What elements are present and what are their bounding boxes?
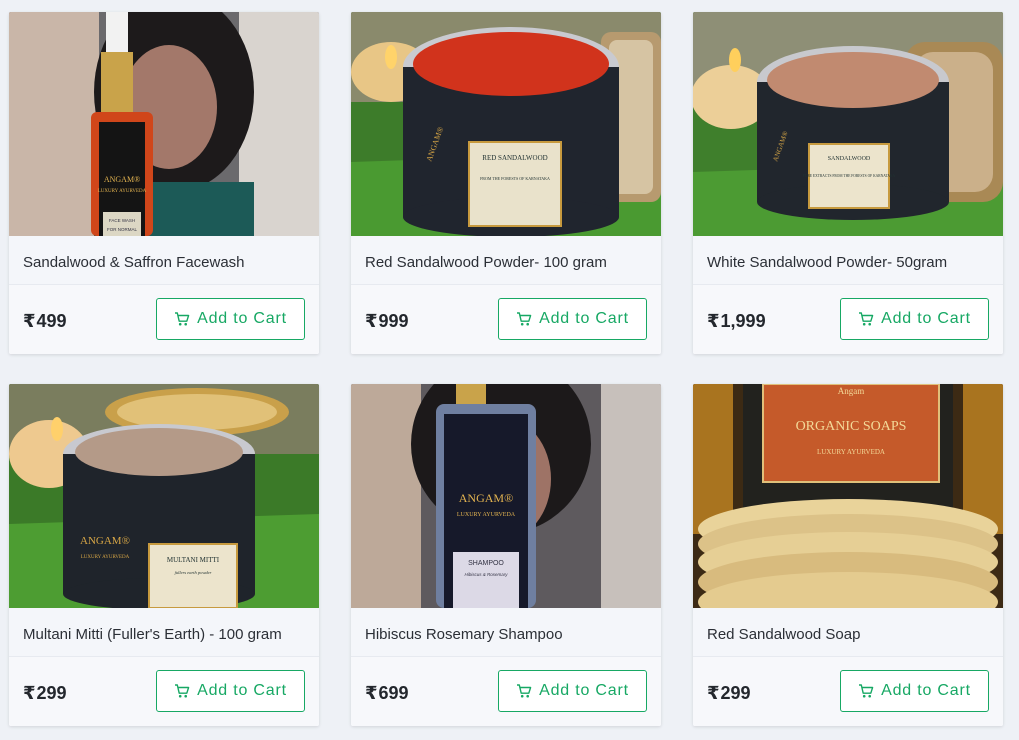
label-product-text: FACE WASH (109, 218, 135, 223)
product-grid: ANGAM® LUXURY AYURVEDA FACE WASH FOR NOR… (0, 0, 1019, 740)
price-value: 299 (36, 683, 67, 703)
label-line-text: LUXURY AYURVEDA (457, 512, 516, 518)
label-brand-text: Angam (838, 386, 865, 396)
product-footer: ₹699 Add to Cart (351, 656, 661, 726)
label-sub-text: PURE EXTRACTS FROM THE FORESTS OF KARNAT… (803, 174, 896, 178)
cart-icon (174, 683, 190, 699)
product-image[interactable]: RED SANDALWOOD FROM THE FORESTS OF KARNA… (351, 12, 661, 236)
label-product-text: RED SANDALWOOD (482, 154, 547, 162)
label-sub-text: FOR NORMAL (107, 227, 137, 232)
currency-symbol: ₹ (707, 683, 720, 703)
label-brand-text: ANGAM® (459, 491, 513, 505)
product-price: ₹1,999 (707, 311, 766, 332)
label-brand-text: ANGAM® (104, 175, 140, 184)
add-to-cart-label: Add to Cart (197, 310, 287, 327)
currency-symbol: ₹ (707, 311, 720, 331)
product-price: ₹499 (23, 311, 67, 332)
product-card: RED SANDALWOOD FROM THE FORESTS OF KARNA… (351, 12, 661, 354)
price-value: 499 (36, 311, 67, 331)
label-product-text: SHAMPOO (468, 560, 504, 567)
label-sub-text: FROM THE FORESTS OF KARNATAKA (480, 176, 550, 181)
label-line-text: LUXURY AYURVEDA (81, 555, 130, 560)
product-footer: ₹499 Add to Cart (9, 284, 319, 354)
label-brand-text: ANGAM® (80, 535, 130, 547)
label-sub-text: fullers earth powder (175, 570, 212, 575)
price-value: 999 (378, 311, 409, 331)
product-image[interactable]: Angam ORGANIC SOAPS LUXURY AYURVEDA (693, 384, 1003, 608)
currency-symbol: ₹ (23, 311, 36, 331)
cart-icon (174, 311, 190, 327)
product-name[interactable]: White Sandalwood Powder- 50gram (693, 236, 1003, 284)
cart-icon (858, 311, 874, 327)
currency-symbol: ₹ (365, 311, 378, 331)
label-sub-text: Hibiscus & Rosemary (464, 572, 508, 577)
product-image[interactable]: ANGAM® LUXURY AYURVEDA FACE WASH FOR NOR… (9, 12, 319, 236)
product-card: SANDALWOOD PURE EXTRACTS FROM THE FOREST… (693, 12, 1003, 354)
currency-symbol: ₹ (365, 683, 378, 703)
product-footer: ₹299 Add to Cart (693, 656, 1003, 726)
price-value: 299 (720, 683, 751, 703)
add-to-cart-label: Add to Cart (197, 682, 287, 699)
add-to-cart-label: Add to Cart (881, 310, 971, 327)
add-to-cart-button[interactable]: Add to Cart (498, 298, 647, 340)
product-name[interactable]: Multani Mitti (Fuller's Earth) - 100 gra… (9, 608, 319, 656)
add-to-cart-label: Add to Cart (539, 682, 629, 699)
add-to-cart-label: Add to Cart (539, 310, 629, 327)
product-price: ₹999 (365, 311, 409, 332)
product-price: ₹299 (707, 683, 751, 704)
add-to-cart-button[interactable]: Add to Cart (156, 670, 305, 712)
product-price: ₹699 (365, 683, 409, 704)
price-value: 1,999 (720, 311, 766, 331)
product-footer: ₹999 Add to Cart (351, 284, 661, 354)
cart-icon (516, 683, 532, 699)
label-line-text: ORGANIC SOAPS (796, 419, 907, 434)
product-price: ₹299 (23, 683, 67, 704)
label-product-text: MULTANI MITTI (167, 556, 220, 564)
product-image[interactable]: ANGAM® LUXURY AYURVEDA SHAMPOO Hibiscus … (351, 384, 661, 608)
product-card: Angam ORGANIC SOAPS LUXURY AYURVEDA Red … (693, 384, 1003, 726)
product-card: ANGAM® LUXURY AYURVEDA SHAMPOO Hibiscus … (351, 384, 661, 726)
product-card: MULTANI MITTI fullers earth powder ANGAM… (9, 384, 319, 726)
add-to-cart-button[interactable]: Add to Cart (840, 670, 989, 712)
price-value: 699 (378, 683, 409, 703)
product-footer: ₹1,999 Add to Cart (693, 284, 1003, 354)
add-to-cart-button[interactable]: Add to Cart (498, 670, 647, 712)
product-card: ANGAM® LUXURY AYURVEDA FACE WASH FOR NOR… (9, 12, 319, 354)
add-to-cart-label: Add to Cart (881, 682, 971, 699)
product-footer: ₹299 Add to Cart (9, 656, 319, 726)
product-name[interactable]: Hibiscus Rosemary Shampoo (351, 608, 661, 656)
product-image[interactable]: MULTANI MITTI fullers earth powder ANGAM… (9, 384, 319, 608)
label-product-text: SANDALWOOD (828, 156, 871, 162)
product-name[interactable]: Red Sandalwood Soap (693, 608, 1003, 656)
cart-icon (858, 683, 874, 699)
label-line-text: LUXURY AYURVEDA (98, 189, 147, 194)
add-to-cart-button[interactable]: Add to Cart (840, 298, 989, 340)
currency-symbol: ₹ (23, 683, 36, 703)
cart-icon (516, 311, 532, 327)
add-to-cart-button[interactable]: Add to Cart (156, 298, 305, 340)
product-name[interactable]: Red Sandalwood Powder- 100 gram (351, 236, 661, 284)
product-name[interactable]: Sandalwood & Saffron Facewash (9, 236, 319, 284)
product-image[interactable]: SANDALWOOD PURE EXTRACTS FROM THE FOREST… (693, 12, 1003, 236)
label-sub-text: LUXURY AYURVEDA (817, 448, 885, 456)
